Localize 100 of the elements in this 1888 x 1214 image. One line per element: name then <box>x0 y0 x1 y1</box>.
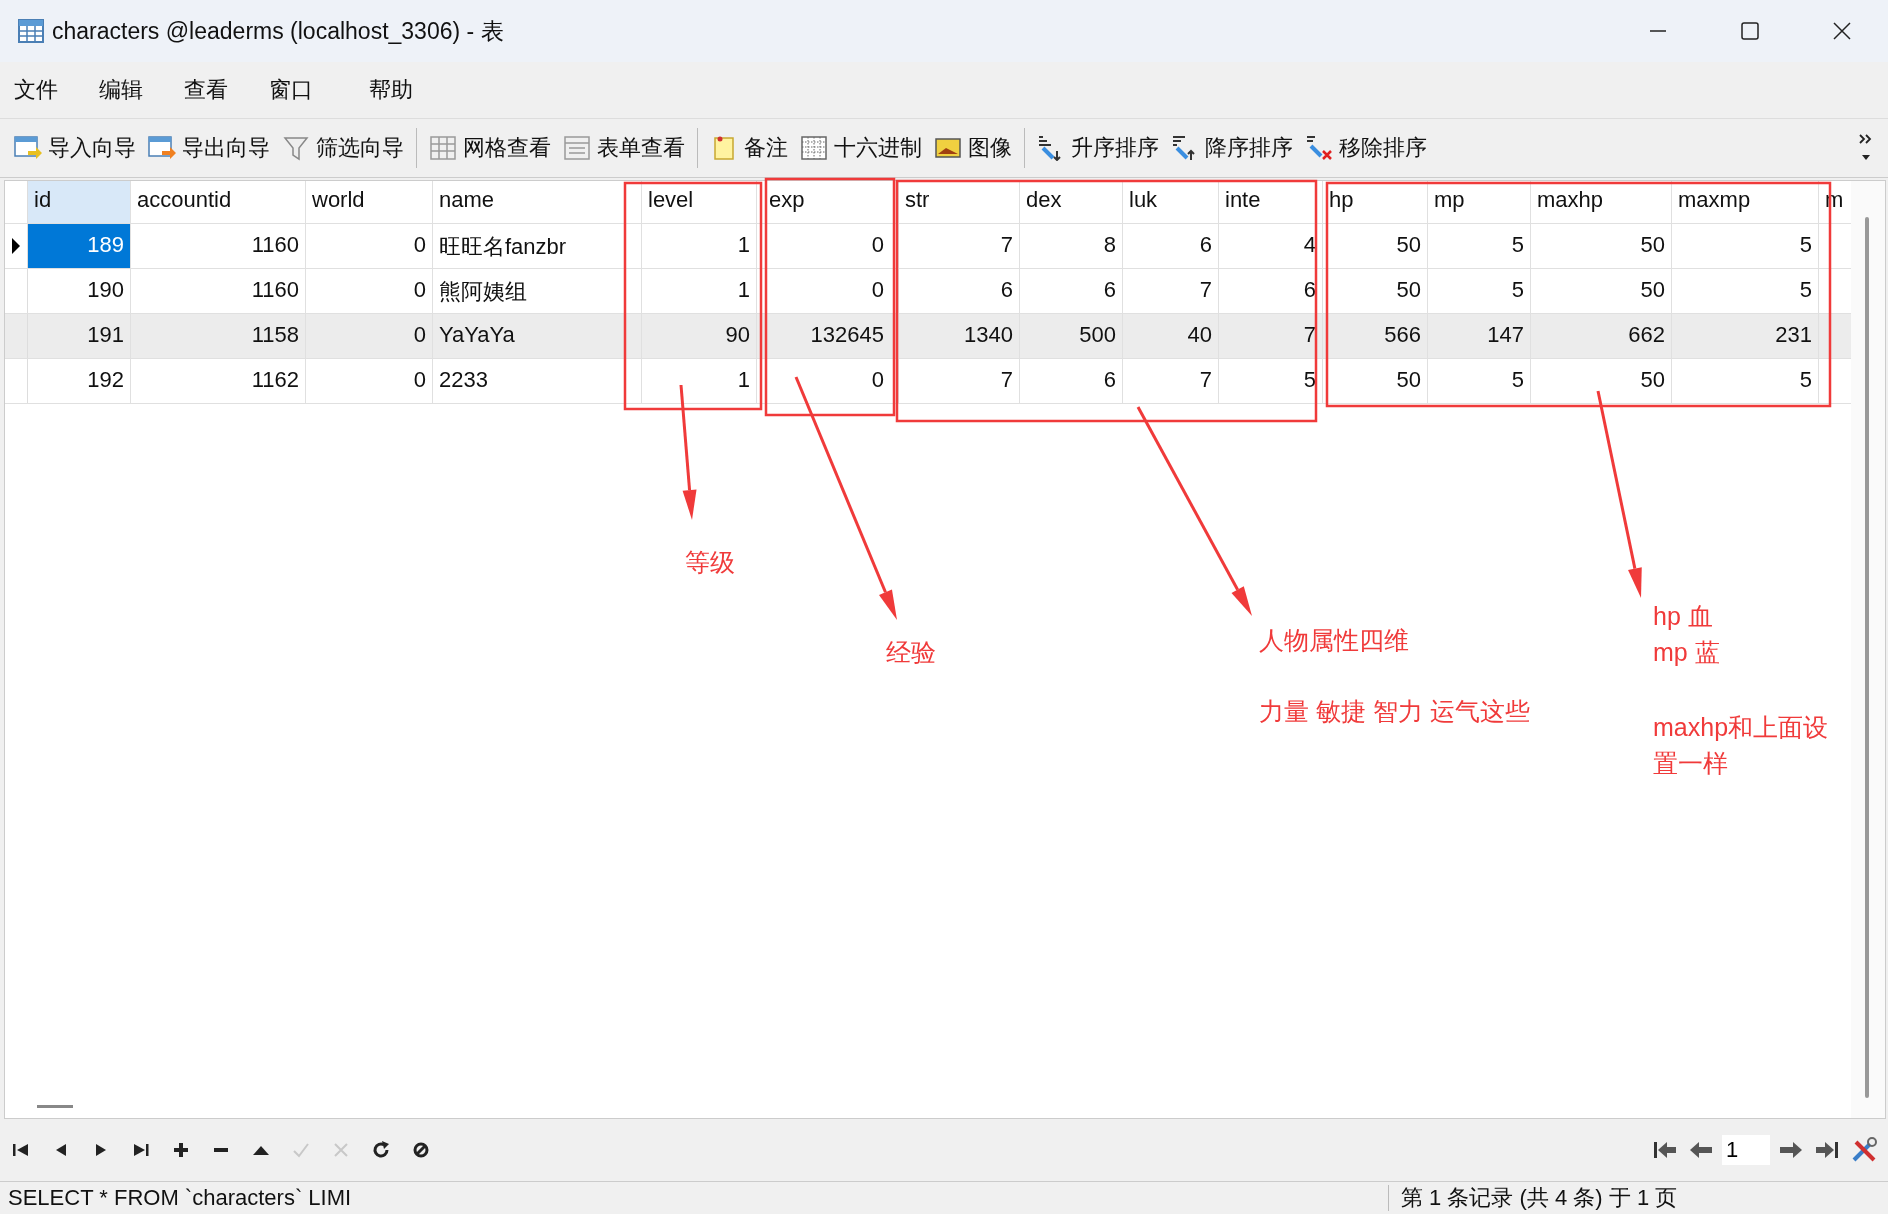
table-cell: 5 <box>1672 224 1819 268</box>
page-number-field[interactable]: 1 <box>1722 1135 1770 1165</box>
table-cell: 0 <box>306 359 433 403</box>
table-cell: 5 <box>1672 359 1819 403</box>
table-cell: 5 <box>1428 224 1531 268</box>
toolbar-button[interactable]: 导出向导 <box>142 129 276 167</box>
table-arrow-icon <box>14 135 42 161</box>
window-title: characters @leaderms (localhost_3306) - 表 <box>52 16 504 46</box>
list-icon <box>563 135 591 161</box>
table-cell: 50 <box>1531 224 1672 268</box>
table-cell: 40 <box>1123 314 1219 358</box>
table-icon <box>18 19 44 43</box>
table-cell: 5 <box>1672 269 1819 313</box>
toolbar-button[interactable]: 表单查看 <box>557 129 691 167</box>
table-cell: 50 <box>1323 359 1428 403</box>
table-cell: 0 <box>757 359 899 403</box>
table-cell: 6 <box>1020 269 1123 313</box>
table-cell: 0 <box>757 224 899 268</box>
column-header[interactable]: str <box>899 181 1020 223</box>
table-cell: 1158 <box>131 314 306 358</box>
column-header[interactable]: mp <box>1428 181 1531 223</box>
table-cell: 6 <box>899 269 1020 313</box>
table-cell: 231 <box>1672 314 1819 358</box>
table-cell: 0 <box>306 224 433 268</box>
table-cell: 189 <box>28 224 131 268</box>
picture-icon <box>934 135 962 161</box>
column-header[interactable]: name <box>433 181 642 223</box>
menu-item[interactable]: 帮助 <box>355 75 440 105</box>
table-cell: 1160 <box>131 269 306 313</box>
table-cell: 5 <box>1219 359 1323 403</box>
annotation-text: mp 蓝 <box>1653 637 1720 668</box>
table-cell: 7 <box>1219 314 1323 358</box>
table-cell: 50 <box>1323 224 1428 268</box>
funnel-icon <box>282 135 310 161</box>
table-cell: 0 <box>306 314 433 358</box>
record-info-text: 第 1 条记录 (共 4 条) 于 1 页 <box>1400 1184 1678 1212</box>
menu-item[interactable]: 编辑 <box>85 75 170 105</box>
table-cell: 90 <box>642 314 757 358</box>
table-cell: 191 <box>28 314 131 358</box>
table-cell: 662 <box>1531 314 1672 358</box>
maximize-icon <box>1740 21 1760 41</box>
table-row[interactable]: 192 1162 0 2233 1 0 7 6 7 5 50 5 50 5 <box>5 359 1851 404</box>
menu-item[interactable]: 文件 <box>0 75 85 105</box>
table-cell: 566 <box>1323 314 1428 358</box>
table-cell: 132645 <box>757 314 899 358</box>
column-header[interactable]: dex <box>1020 181 1123 223</box>
table-row[interactable]: 189 1160 0 旺旺名fanzbr 1 0 7 8 6 4 50 5 50 5 <box>5 224 1851 269</box>
table-cell: 8 <box>1020 224 1123 268</box>
dotted-grid-icon <box>800 135 828 161</box>
table-cell: 1 <box>642 269 757 313</box>
table-cell: 1 <box>642 224 757 268</box>
table-cell: 旺旺名fanzbr <box>433 224 642 268</box>
annotation-text: hp 血 <box>1653 601 1713 632</box>
column-header[interactable]: world <box>306 181 433 223</box>
column-header[interactable]: level <box>642 181 757 223</box>
table-cell: 7 <box>899 224 1020 268</box>
column-header[interactable]: luk <box>1123 181 1219 223</box>
column-header[interactable]: maxmp <box>1672 181 1819 223</box>
horizontal-scrollbar-thumb[interactable] <box>37 1105 73 1108</box>
column-header[interactable]: inte <box>1219 181 1323 223</box>
annotation-text: 人物属性四维 <box>1259 625 1409 656</box>
table-arrow-icon <box>148 135 176 161</box>
table-cell: 7 <box>1123 269 1219 313</box>
annotation-text: 经验 <box>886 637 936 668</box>
table-cell: 50 <box>1323 269 1428 313</box>
toolbar-button[interactable]: 图像 <box>928 129 1018 167</box>
column-header[interactable]: id <box>28 181 131 223</box>
remove-sort-icon <box>1305 135 1333 161</box>
annotation-text: maxhp和上面设置一样 <box>1653 712 1830 779</box>
table-cell: 5 <box>1428 269 1531 313</box>
toolbar-button[interactable]: 备注 <box>704 129 794 167</box>
table-cell: 1160 <box>131 224 306 268</box>
table-cell: 50 <box>1531 269 1672 313</box>
vertical-scrollbar-thumb[interactable] <box>1865 217 1869 1098</box>
table-cell: 192 <box>28 359 131 403</box>
toolbar-button[interactable]: 移除排序 <box>1299 129 1433 167</box>
table-cell: 1340 <box>899 314 1020 358</box>
table-cell: YaYaYa <box>433 314 642 358</box>
table-cell: 0 <box>306 269 433 313</box>
table-row[interactable]: 191 1158 0 YaYaYa 90 132645 1340 500 40 7 566 147 662 231 <box>5 314 1851 359</box>
table-cell: 7 <box>1123 359 1219 403</box>
table-cell: 0 <box>757 269 899 313</box>
toolbar-button[interactable]: 导入向导 <box>8 129 142 167</box>
toolbar-button[interactable]: 降序排序 <box>1165 129 1299 167</box>
column-header[interactable]: exp <box>757 181 899 223</box>
menu-item[interactable]: 窗口 <box>255 75 340 105</box>
table-cell: 147 <box>1428 314 1531 358</box>
toolbar-button[interactable]: 十六进制 <box>794 129 928 167</box>
table-cell: 7 <box>899 359 1020 403</box>
table-cell: 190 <box>28 269 131 313</box>
column-header[interactable]: maxhp <box>1531 181 1672 223</box>
toolbar-button[interactable]: 升序排序 <box>1031 129 1165 167</box>
toolbar-button[interactable]: 筛选向导 <box>276 129 410 167</box>
toolbar-button[interactable]: 网格查看 <box>423 129 557 167</box>
column-header[interactable]: hp <box>1323 181 1428 223</box>
menu-item[interactable]: 查看 <box>170 75 255 105</box>
column-header[interactable]: accountid <box>131 181 306 223</box>
sql-query-text: SELECT * FROM `characters` LIMI <box>0 1185 1389 1211</box>
table-cell: 6 <box>1020 359 1123 403</box>
grid-icon <box>429 135 457 161</box>
